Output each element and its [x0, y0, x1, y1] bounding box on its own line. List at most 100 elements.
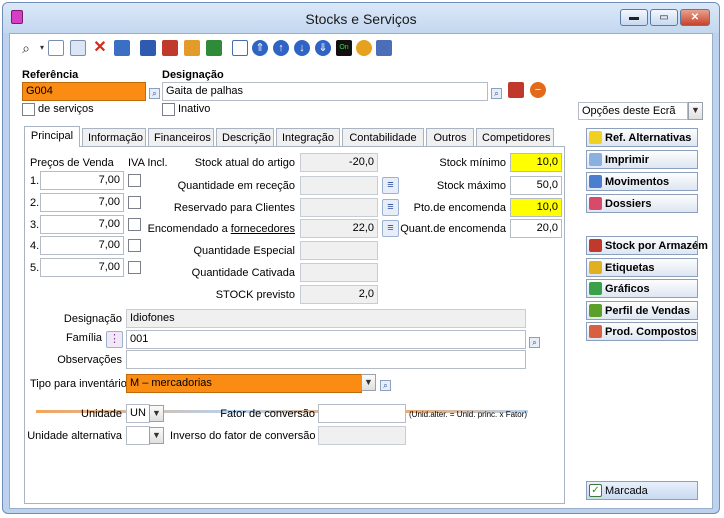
window-icon[interactable] — [114, 40, 130, 56]
arrow-up-first-icon[interactable]: ⇑ — [252, 40, 268, 56]
movimentos-button[interactable]: Movimentos — [586, 172, 698, 191]
stock-atual-field: -20,0 — [300, 153, 378, 172]
search-icon[interactable]: ⌕ — [18, 40, 34, 56]
stock-maximo-label: Stock máximo — [436, 180, 506, 192]
reservado-label: Reservado para Clientes — [173, 202, 295, 214]
cativada-label: Quantidade Cativada — [191, 267, 295, 279]
inativo-label: Inativo — [178, 103, 211, 115]
rececao-field — [300, 176, 378, 195]
tab-integracao[interactable]: Integração — [276, 128, 340, 147]
marcada-toggle[interactable]: ✓ Marcada — [586, 481, 698, 500]
window-title: Stocks e Serviços — [305, 11, 417, 27]
toolbar: ⌕ ▾ ✕ ⇑ ↑ ↓ ⇓ On — [10, 34, 712, 62]
rececao-list-icon[interactable]: ≡ — [382, 177, 399, 194]
hierarchy-icon[interactable] — [162, 40, 178, 56]
cativada-field — [300, 263, 378, 282]
fator-field[interactable] — [318, 404, 406, 423]
referencia-lookup-icon[interactable]: ⌕ — [149, 88, 160, 99]
unidade-alternativa-select[interactable] — [126, 426, 150, 445]
quant-encomenda-field[interactable]: 20,0 — [510, 219, 562, 238]
on-icon[interactable]: On — [336, 40, 352, 56]
inverso-label: Inverso do fator de conversão — [170, 430, 316, 442]
preco-field-5[interactable]: 7,00 — [40, 258, 124, 277]
servicos-checkbox[interactable] — [22, 103, 35, 116]
tipo-label: Tipo para inventário — [30, 378, 127, 390]
preco-field-2[interactable]: 7,00 — [40, 193, 124, 212]
zoom-icon[interactable] — [232, 40, 248, 56]
perfil-vendas-button[interactable]: Perfil de Vendas — [586, 301, 698, 320]
tab-outros[interactable]: Outros — [426, 128, 474, 147]
familia-tree-icon[interactable]: ⋮ — [106, 331, 123, 348]
imprimir-button[interactable]: Imprimir — [586, 150, 698, 169]
graficos-button[interactable]: Gráficos — [586, 279, 698, 298]
reservado-list-icon[interactable]: ≡ — [382, 199, 399, 216]
stock-atual-label: Stock atual do artigo — [194, 157, 295, 169]
printer-icon — [589, 153, 602, 166]
tipo-chevron-down-icon[interactable]: ▼ — [361, 374, 376, 391]
tab-competidores[interactable]: Competidores — [476, 128, 554, 147]
rececao-label: Quantidade em receção — [177, 180, 295, 192]
unidade-chevron-down-icon[interactable]: ▼ — [149, 405, 164, 422]
label-icon — [589, 261, 602, 274]
familia-lookup-icon[interactable]: ⌕ — [529, 337, 540, 348]
tab-financeiros[interactable]: Financeiros — [148, 128, 214, 147]
familia-label: Família — [65, 332, 102, 344]
close-button[interactable]: ✕ — [680, 9, 710, 26]
encomendado-list-icon[interactable]: ≡ — [382, 220, 399, 237]
title-bar[interactable]: Stocks e Serviços ▬ ▭ ✕ — [3, 3, 719, 33]
no-entry-icon[interactable]: − — [530, 82, 546, 98]
stock-minimo-field[interactable]: 10,0 — [510, 153, 562, 172]
grid-icon[interactable] — [140, 40, 156, 56]
maximize-button[interactable]: ▭ — [650, 9, 678, 26]
inativo-checkbox[interactable] — [162, 103, 175, 116]
arrow-down-last-icon[interactable]: ⇓ — [315, 40, 331, 56]
cycle-icon[interactable] — [356, 40, 372, 56]
tipo-select[interactable]: M – mercadorias — [126, 374, 362, 393]
etiquetas-button[interactable]: Etiquetas — [586, 258, 698, 277]
stock-armazem-button[interactable]: Stock por Armazém — [586, 236, 708, 255]
tab-contabilidade[interactable]: Contabilidade — [342, 128, 424, 147]
refresh-icon[interactable] — [206, 40, 222, 56]
preco-field-3[interactable]: 7,00 — [40, 215, 124, 234]
arrow-up-icon[interactable]: ↑ — [273, 40, 289, 56]
record-icon[interactable] — [508, 82, 524, 98]
observacoes-field[interactable] — [126, 350, 526, 369]
tab-principal[interactable]: Principal — [24, 126, 80, 147]
calendar-icon[interactable] — [376, 40, 392, 56]
email-icon[interactable] — [184, 40, 200, 56]
delete-icon[interactable]: ✕ — [92, 40, 108, 56]
designacao-header-label: Designação — [162, 69, 224, 81]
tipo-lookup-icon[interactable]: ⌕ — [380, 380, 391, 391]
preco-field-4[interactable]: 7,00 — [40, 236, 124, 255]
copy-icon[interactable] — [70, 40, 86, 56]
encomendado-field: 22,0 — [300, 219, 378, 238]
stock-armazem-label: Stock por Armazém — [605, 240, 708, 252]
stock-maximo-field[interactable]: 50,0 — [510, 176, 562, 195]
options-chevron-down-icon[interactable]: ▼ — [688, 102, 703, 120]
main-client: ⌕ ▾ ✕ ⇑ ↑ ↓ ⇓ On Referência G004 ⌕ Desig… — [9, 33, 713, 509]
preco-row-number: 4. — [30, 240, 40, 252]
preco-row-number: 3. — [30, 219, 40, 231]
options-select[interactable]: Opções deste Ecrã — [578, 102, 688, 120]
prod-compostos-button[interactable]: Prod. Compostos — [586, 322, 698, 341]
preco-field-1[interactable]: 7,00 — [40, 171, 124, 190]
minimize-button[interactable]: ▬ — [620, 9, 648, 26]
arrow-down-icon[interactable]: ↓ — [294, 40, 310, 56]
familia-field[interactable]: 001 — [126, 330, 526, 349]
unidade-alternativa-chevron-down-icon[interactable]: ▼ — [149, 427, 164, 444]
referencia-field[interactable]: G004 — [22, 82, 146, 101]
designacao-header-field[interactable]: Gaita de palhas — [162, 82, 488, 101]
tab-informacao[interactable]: Informação — [82, 128, 146, 147]
tab-descricao[interactable]: Descrição — [216, 128, 274, 147]
stock-minimo-label: Stock mínimo — [439, 157, 506, 169]
unidade-select[interactable]: UN — [126, 404, 150, 423]
documents-icon — [589, 175, 602, 188]
ref-alternativas-button[interactable]: Ref. Alternativas — [586, 128, 698, 147]
pto-encomenda-field[interactable]: 10,0 — [510, 198, 562, 217]
designacao-lookup-icon[interactable]: ⌕ — [491, 88, 502, 99]
previsto-label: STOCK previsto — [215, 289, 295, 301]
new-doc-icon[interactable] — [48, 40, 64, 56]
encomendado-label: Encomendado a fornecedores — [147, 223, 295, 235]
fornecedores-link[interactable]: fornecedores — [231, 223, 295, 235]
dossiers-button[interactable]: Dossiers — [586, 194, 698, 213]
